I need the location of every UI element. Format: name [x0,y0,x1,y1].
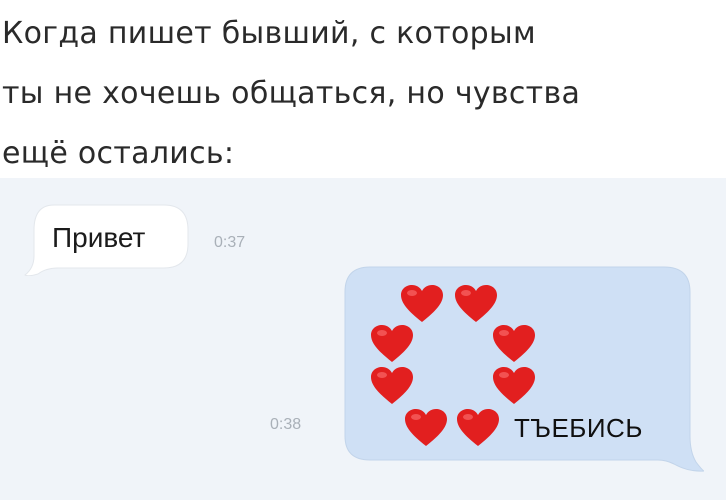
incoming-message-text: Привет [52,222,146,253]
incoming-message-time: 0:37 [214,234,246,251]
meme-caption: Когда пишет бывший, с которым ты не хоче… [2,4,722,184]
heart-icon [457,409,499,446]
caption-line-1: Когда пишет бывший, с которым [2,16,536,51]
caption-line-3: ещё остались: [2,136,235,171]
heart-icon [371,367,413,404]
heart-icon [371,325,413,362]
caption-line-2: ты не хочешь общаться, но чувства [2,76,581,111]
outgoing-message-time: 0:38 [270,416,302,433]
incoming-message-bubble[interactable]: Привет [24,204,190,276]
heart-icon [405,409,447,446]
chat-area[interactable]: Привет 0:37 ТЪЕБИСЬ 0:38 [0,178,726,500]
heart-icon [401,285,443,322]
outgoing-message-bubble[interactable]: ТЪЕБИСЬ [344,266,704,472]
heart-icon [493,325,535,362]
heart-icon [455,285,497,322]
heart-icon [493,367,535,404]
outgoing-message-text: ТЪЕБИСЬ [514,413,643,443]
